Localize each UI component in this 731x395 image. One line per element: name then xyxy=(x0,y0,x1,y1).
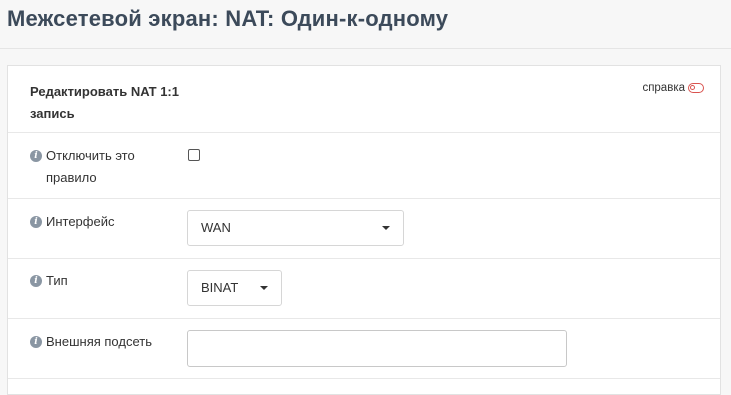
interface-label-wrap: i Интерфейс xyxy=(30,211,180,233)
info-icon[interactable]: i xyxy=(30,150,42,162)
interface-value: WAN xyxy=(201,220,231,235)
page-title: Межсетевой экран: NAT: Один-к-одному xyxy=(7,6,449,31)
info-icon[interactable]: i xyxy=(30,336,42,348)
form-row-interface: i Интерфейс WAN xyxy=(8,199,720,259)
form-row-disable: i Отключить это правило xyxy=(8,133,720,199)
info-icon[interactable]: i xyxy=(30,275,42,287)
disable-label: Отключить это правило xyxy=(46,148,135,185)
panel-title: Редактировать NAT 1:1 запись xyxy=(30,84,179,121)
form-row-type: i Тип BINAT xyxy=(8,259,720,319)
type-select[interactable]: BINAT xyxy=(187,270,282,306)
chevron-down-icon xyxy=(382,226,390,230)
panel-header: Редактировать NAT 1:1 запись справка xyxy=(8,66,720,133)
toggle-icon xyxy=(688,83,704,93)
interface-label: Интерфейс xyxy=(46,214,115,229)
subnet-label-wrap: i Внешняя подсеть xyxy=(30,331,180,353)
external-subnet-input[interactable] xyxy=(187,330,567,367)
interface-select[interactable]: WAN xyxy=(187,210,404,246)
nat-edit-panel: Редактировать NAT 1:1 запись справка i О… xyxy=(7,65,721,395)
chevron-down-icon xyxy=(260,286,268,290)
help-label: справка xyxy=(642,82,685,94)
type-label: Тип xyxy=(46,273,68,288)
help-toggle[interactable]: справка xyxy=(642,82,704,94)
page-header: Межсетевой экран: NAT: Один-к-одному xyxy=(0,0,731,49)
type-value: BINAT xyxy=(201,280,239,295)
info-icon[interactable]: i xyxy=(30,216,42,228)
external-subnet-label: Внешняя подсеть xyxy=(46,334,152,349)
disable-rule-checkbox[interactable] xyxy=(188,149,200,161)
disable-label-wrap: i Отключить это правило xyxy=(30,145,180,189)
form-row-external-subnet: i Внешняя подсеть xyxy=(8,319,720,379)
type-label-wrap: i Тип xyxy=(30,270,180,292)
